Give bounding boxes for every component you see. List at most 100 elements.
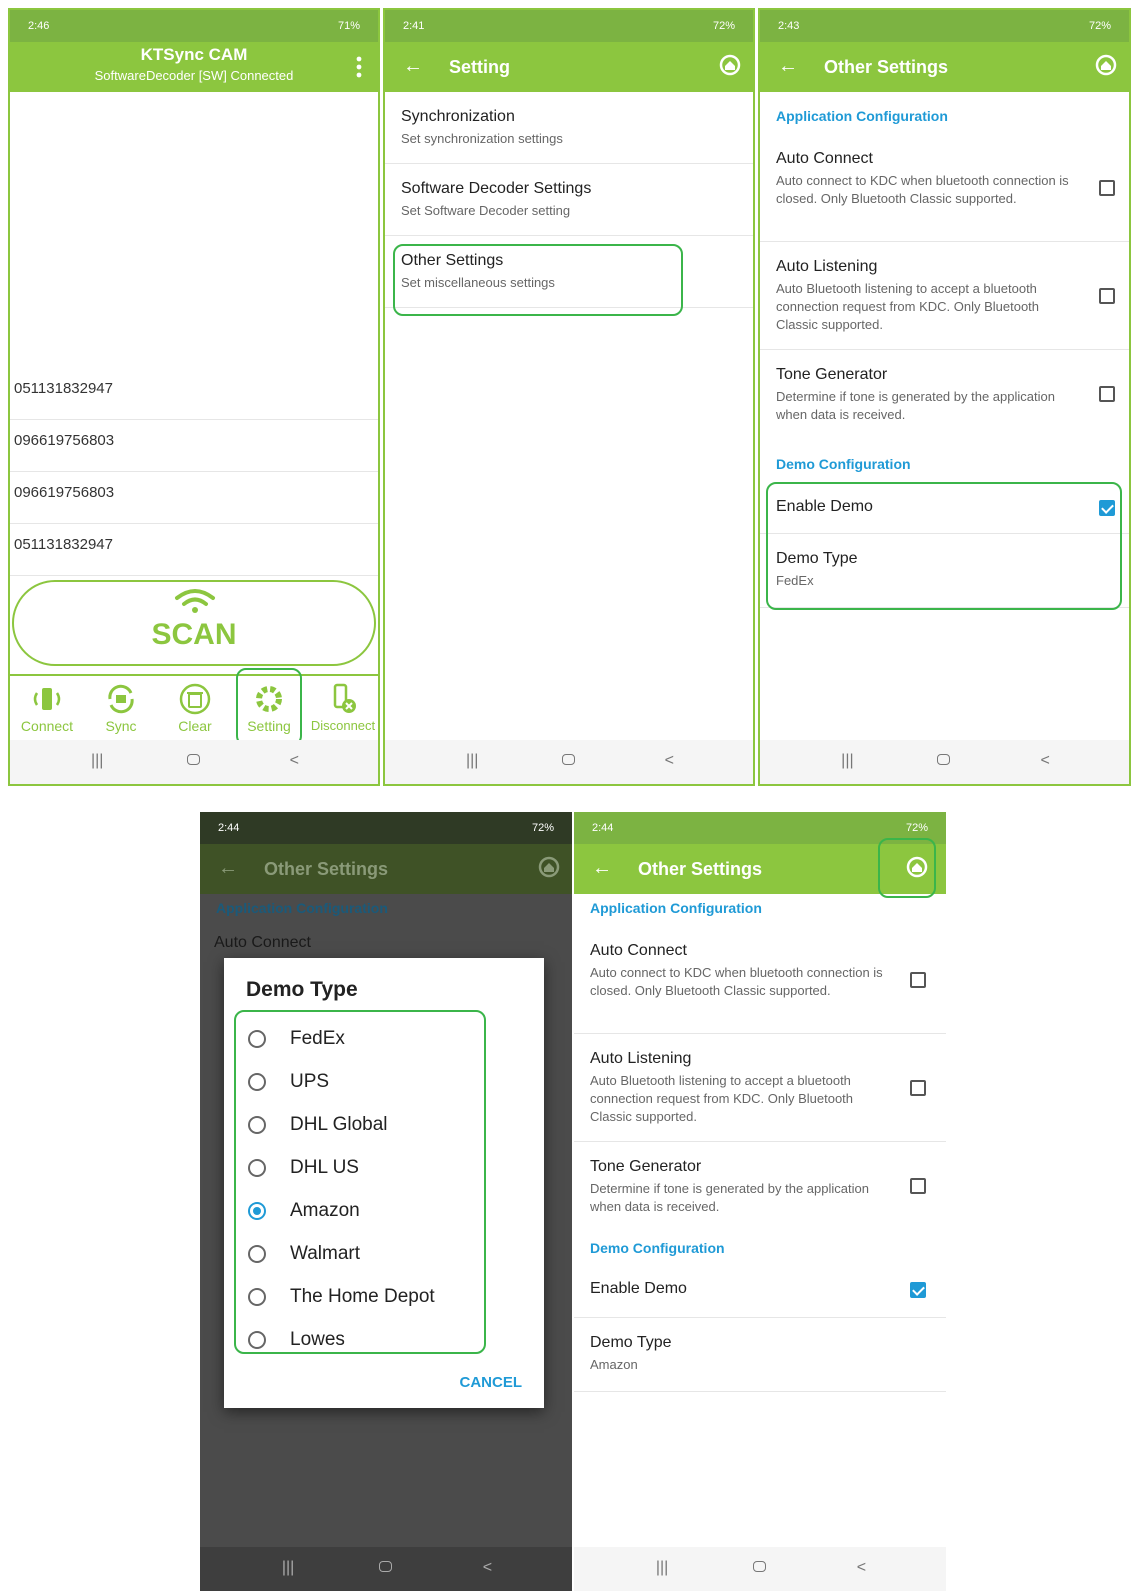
phone-setting-screen: 2:41 72% ← Setting Synchronization Set s… — [383, 8, 755, 786]
recents-icon[interactable]: ||| — [282, 1559, 294, 1577]
sync-label: Sync — [105, 718, 137, 734]
page-title: Setting — [449, 57, 510, 77]
auto-listening-checkbox[interactable] — [910, 1080, 926, 1096]
recents-icon[interactable]: ||| — [656, 1559, 668, 1577]
phone-main-screen: 2:46 71% KTSync CAM SoftwareDecoder [SW]… — [8, 8, 380, 786]
status-battery: 72% — [905, 822, 928, 834]
home-nav-icon[interactable] — [752, 1559, 766, 1577]
barcode-value: 096619756803 — [14, 484, 115, 501]
trash-icon — [179, 683, 211, 715]
barcode-row[interactable]: 051131832947 — [10, 524, 378, 576]
back-arrow-icon[interactable]: ← — [403, 55, 423, 78]
recents-icon[interactable]: ||| — [466, 752, 478, 770]
back-arrow-icon[interactable]: ← — [778, 55, 798, 78]
status-time: 2:43 — [778, 20, 800, 32]
barcode-value: 051131832947 — [14, 536, 113, 553]
highlight-other-settings — [393, 244, 683, 316]
highlight-options — [234, 1010, 486, 1354]
pref-value: Amazon — [590, 1357, 638, 1372]
connect-label: Connect — [20, 718, 74, 734]
recents-icon[interactable]: ||| — [841, 752, 853, 770]
pref-demo-type[interactable]: Demo Type Amazon — [574, 1318, 946, 1392]
home-nav-icon[interactable] — [937, 752, 951, 770]
pref-title: Auto Connect — [590, 942, 687, 959]
tone-generator-checkbox[interactable] — [910, 1178, 926, 1194]
home-icon[interactable] — [1095, 54, 1117, 76]
back-nav-icon[interactable]: < — [1040, 752, 1049, 770]
barcode-row[interactable]: 096619756803 — [10, 420, 378, 472]
tone-generator-checkbox[interactable] — [1099, 386, 1115, 402]
enable-demo-checkbox[interactable] — [910, 1282, 926, 1298]
status-time: 2:41 — [403, 20, 425, 32]
category-demo-config: Demo Configuration — [776, 456, 911, 472]
pref-desc: Determine if tone is generated by the ap… — [590, 1181, 869, 1214]
home-nav-icon[interactable] — [186, 752, 200, 770]
sync-button[interactable]: Sync — [86, 682, 156, 734]
cancel-button[interactable]: CANCEL — [460, 1374, 523, 1391]
page-title: Other Settings — [638, 859, 763, 879]
demo-type-dialog: Demo Type FedEx UPS DHL Global DHL US Am… — [224, 958, 544, 1408]
status-bar: 2:44 72% — [200, 812, 572, 844]
scan-button[interactable]: SCAN — [12, 580, 376, 666]
kebab-menu-icon[interactable] — [356, 56, 362, 78]
pref-title: Tone Generator — [590, 1158, 702, 1175]
home-nav-icon[interactable] — [561, 752, 575, 770]
pref-desc: Auto connect to KDC when bluetooth conne… — [776, 173, 1069, 206]
android-nav-bar: ||| < — [574, 1547, 946, 1591]
recents-icon[interactable]: ||| — [91, 752, 103, 770]
home-icon[interactable] — [719, 54, 741, 76]
item-title: Software Decoder Settings — [401, 180, 592, 197]
android-nav-bar: ||| < — [385, 740, 753, 784]
status-bar: 2:41 72% — [385, 10, 753, 42]
dialog-title: Demo Type — [246, 978, 358, 1001]
status-time: 2:44 — [592, 822, 614, 834]
android-nav-bar: ||| < — [10, 740, 378, 784]
page-title: Other Settings — [264, 859, 389, 879]
pref-title: Auto Listening — [590, 1050, 692, 1067]
auto-connect-checkbox[interactable] — [1099, 180, 1115, 196]
clear-button[interactable]: Clear — [160, 682, 230, 734]
pref-title: Auto Connect — [776, 150, 873, 167]
barcode-row[interactable]: 096619756803 — [10, 472, 378, 524]
pref-auto-listening[interactable]: Auto Listening Auto Bluetooth listening … — [574, 1034, 946, 1142]
pref-enable-demo[interactable]: Enable Demo — [574, 1264, 946, 1318]
back-nav-icon[interactable]: < — [665, 752, 674, 770]
back-nav-icon[interactable]: < — [483, 1559, 492, 1577]
pref-auto-listening[interactable]: Auto Listening Auto Bluetooth listening … — [760, 242, 1129, 350]
pref-tone-generator[interactable]: Tone Generator Determine if tone is gene… — [760, 350, 1129, 442]
barcode-row[interactable]: 051131832947 — [10, 368, 378, 420]
back-arrow-icon: ← — [218, 857, 238, 879]
home-nav-icon[interactable] — [378, 1559, 392, 1577]
pref-auto-connect[interactable]: Auto Connect Auto connect to KDC when bl… — [574, 926, 946, 1034]
app-title: KTSync CAM — [140, 45, 248, 64]
category-app-config: Application Configuration — [590, 900, 762, 916]
back-nav-icon[interactable]: < — [290, 752, 299, 770]
status-time: 2:44 — [218, 822, 240, 834]
barcode-value: 096619756803 — [14, 432, 115, 449]
status-bar: 2:43 72% — [760, 10, 1129, 42]
status-battery: 71% — [337, 20, 360, 32]
back-nav-icon[interactable]: < — [857, 1559, 866, 1577]
app-subtitle: SoftwareDecoder [SW] Connected — [94, 68, 294, 83]
connect-button[interactable]: Connect — [12, 682, 82, 734]
toolbar-divider — [10, 674, 378, 676]
pref-desc: Auto connect to KDC when bluetooth conne… — [590, 965, 883, 998]
disconnect-label: Disconnect — [310, 718, 376, 733]
auto-connect-checkbox[interactable] — [910, 972, 926, 988]
pref-auto-connect[interactable]: Auto Connect Auto connect to KDC when bl… — [760, 134, 1129, 242]
connect-icon — [33, 688, 61, 710]
app-toolbar: ← Other Settings — [200, 844, 572, 894]
auto-listening-checkbox[interactable] — [1099, 288, 1115, 304]
scan-label: SCAN — [151, 618, 237, 651]
phone-other-settings-screen: 2:43 72% ← Other Settings Application Co… — [758, 8, 1131, 786]
pref-title: Enable Demo — [590, 1280, 687, 1297]
disconnect-button[interactable]: Disconnect — [306, 682, 378, 733]
app-toolbar: ← Setting — [385, 42, 753, 92]
pref-tone-generator[interactable]: Tone Generator Determine if tone is gene… — [574, 1142, 946, 1234]
back-arrow-icon[interactable]: ← — [592, 857, 612, 880]
wifi-icon — [175, 589, 215, 613]
status-battery: 72% — [531, 822, 554, 834]
settings-item-software-decoder[interactable]: Software Decoder Settings Set Software D… — [385, 164, 753, 236]
status-time: 2:46 — [28, 20, 50, 32]
settings-item-synchronization[interactable]: Synchronization Set synchronization sett… — [385, 92, 753, 164]
